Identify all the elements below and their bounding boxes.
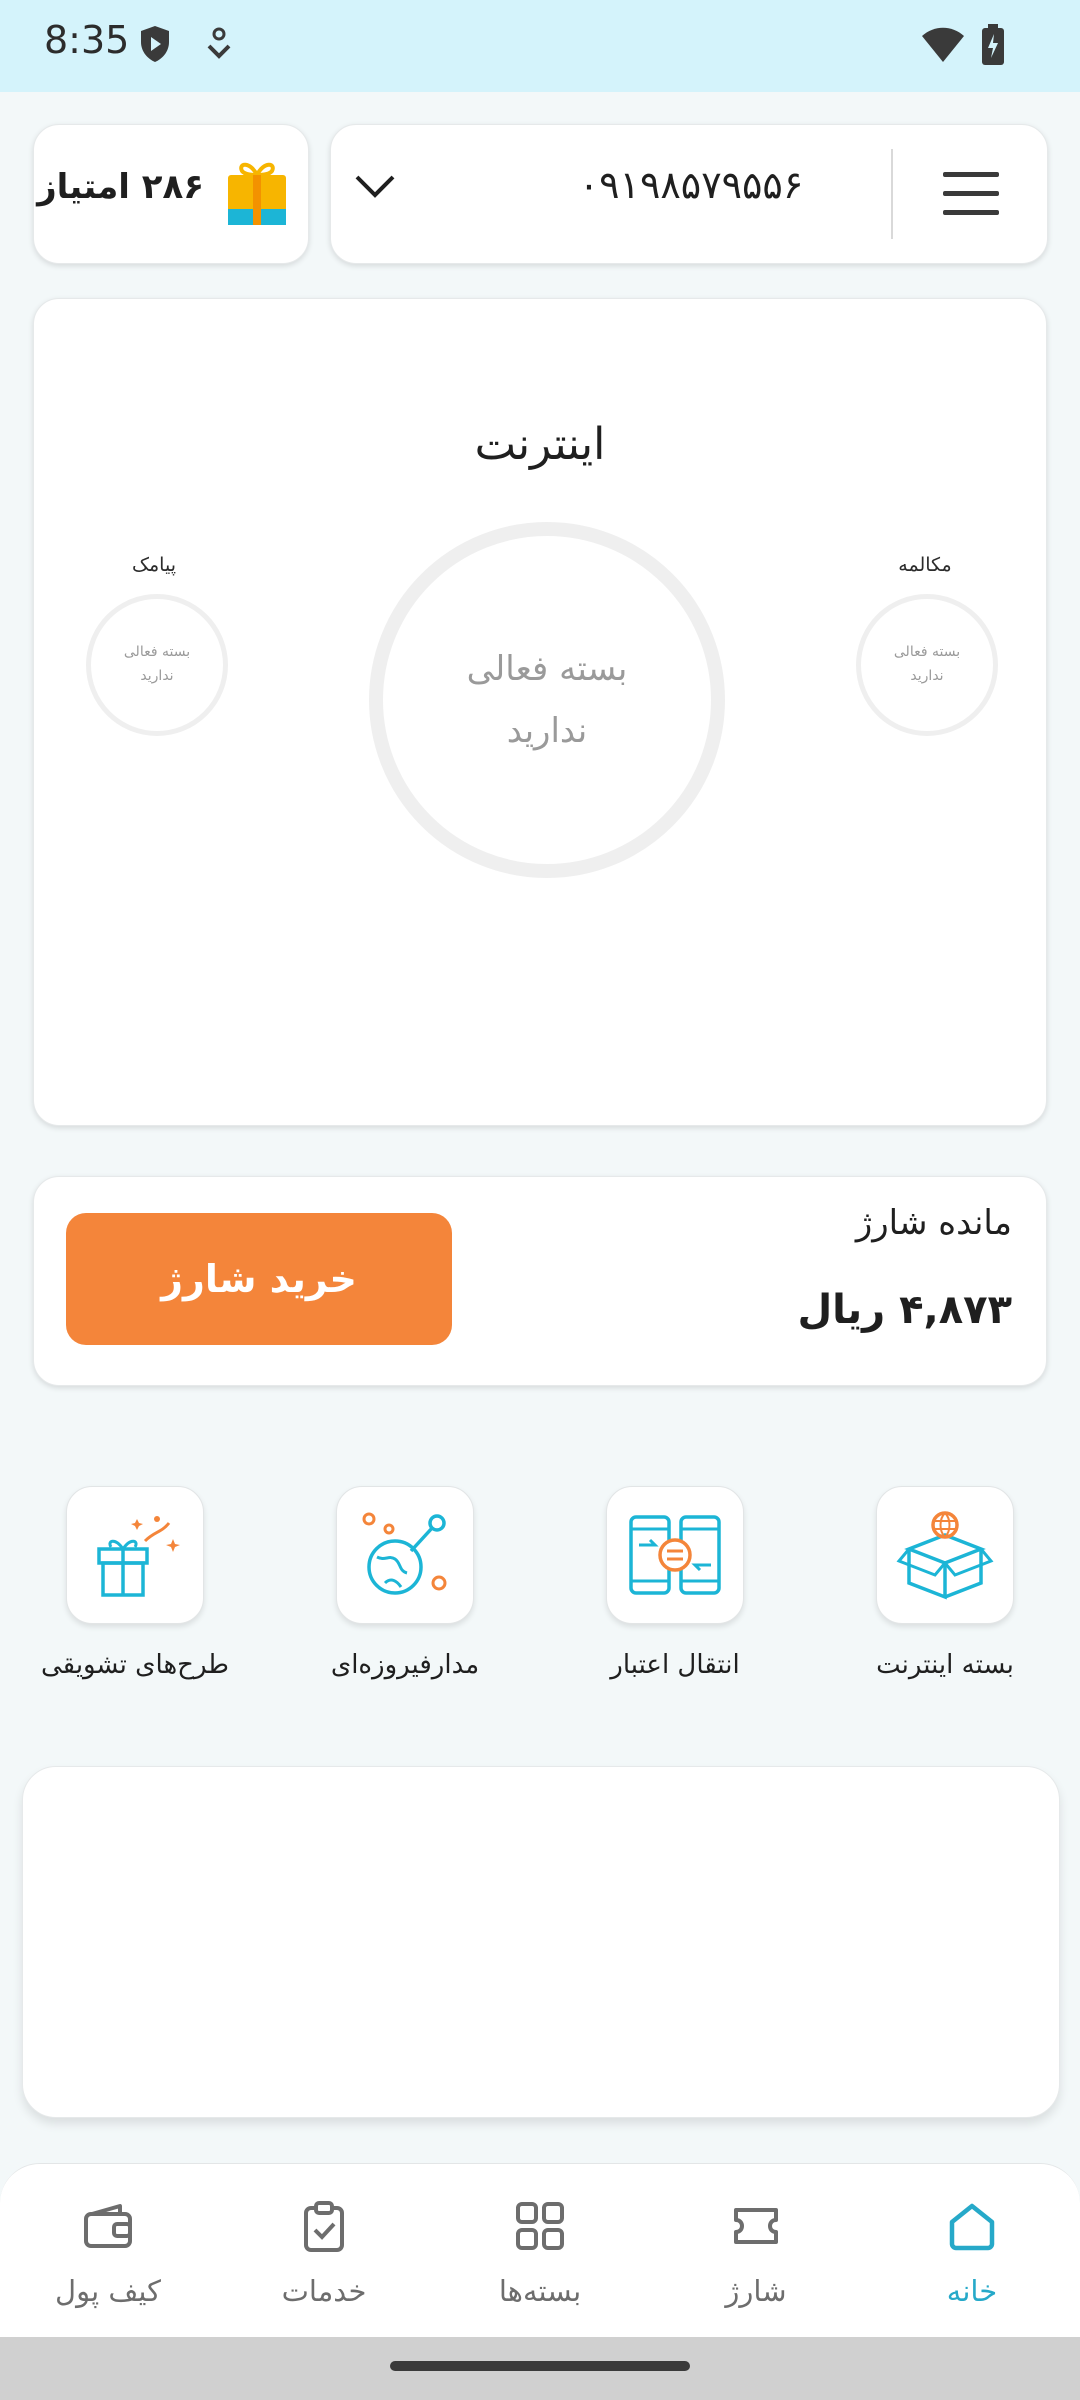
banner-card[interactable] bbox=[22, 1766, 1060, 2118]
bottom-navigation: خانه شارژ بسته‌ها خدمات کیف پول bbox=[0, 2163, 1080, 2338]
gift-box-icon[interactable] bbox=[66, 1486, 204, 1624]
call-label: مکالمه bbox=[898, 554, 952, 576]
nav-label-charge: شارژ bbox=[725, 2274, 787, 2308]
phone-number: ۰۹۱۹۸۵۷۹۵۵۶ bbox=[578, 163, 804, 207]
internet-status-line2: ندارید bbox=[506, 711, 588, 751]
credit-transfer-icon[interactable] bbox=[606, 1486, 744, 1624]
home-icon bbox=[949, 2203, 995, 2251]
internet-ring[interactable]: بسته فعالی ندارید bbox=[369, 522, 725, 878]
balance-card: مانده شارژ ۴,۸۷۳ ریال خرید شارژ bbox=[33, 1176, 1047, 1386]
battery-icon bbox=[980, 24, 1006, 70]
menu-icon[interactable] bbox=[941, 169, 1001, 223]
quick-action-label: مدارفیروزه‌ای bbox=[330, 1650, 480, 1680]
sms-status-line2: ندارید bbox=[140, 668, 174, 684]
quick-action-label: طرح‌های تشویقی bbox=[41, 1650, 229, 1680]
nav-item-wallet[interactable]: کیف پول bbox=[0, 2164, 216, 2338]
balance-value: ۴,۸۷۳ ریال bbox=[797, 1287, 1012, 1333]
balance-title: مانده شارژ bbox=[855, 1203, 1012, 1243]
internet-status-line1: بسته فعالی bbox=[466, 649, 628, 689]
status-time: 8:35 bbox=[44, 18, 130, 62]
turquoise-orbit-icon[interactable] bbox=[336, 1486, 474, 1624]
gift-icon bbox=[226, 159, 288, 233]
nav-item-services[interactable]: خدمات bbox=[216, 2164, 432, 2338]
usage-title: اینترنت bbox=[474, 419, 606, 470]
nav-label-wallet: کیف پول bbox=[55, 2274, 161, 2308]
nav-label-services: خدمات bbox=[281, 2274, 367, 2308]
nav-item-packages[interactable]: بسته‌ها bbox=[432, 2164, 648, 2338]
quick-action-label: بسته اینترنت bbox=[876, 1650, 1014, 1680]
nav-item-charge[interactable]: شارژ bbox=[648, 2164, 864, 2338]
clipboard-check-icon bbox=[304, 2201, 344, 2252]
ticket-icon bbox=[734, 2208, 778, 2244]
sms-ring[interactable]: بسته فعالی ندارید bbox=[86, 594, 228, 736]
nav-item-home[interactable]: خانه bbox=[864, 2164, 1080, 2338]
grid-icon bbox=[516, 2202, 564, 2250]
nav-label-home: خانه bbox=[946, 2274, 998, 2308]
nav-label-packages: بسته‌ها bbox=[498, 2274, 582, 2308]
divider bbox=[891, 149, 893, 239]
phone-selector-card[interactable]: ۰۹۱۹۸۵۷۹۵۵۶ bbox=[330, 124, 1048, 264]
gesture-navigation-area bbox=[0, 2337, 1080, 2400]
sms-label: پیامک bbox=[132, 554, 176, 576]
quick-action-label: انتقال اعتبار bbox=[610, 1650, 740, 1680]
download-icon bbox=[204, 24, 234, 68]
call-status-line2: ندارید bbox=[910, 668, 944, 684]
shield-icon bbox=[138, 24, 172, 68]
status-bar: 8:35 bbox=[0, 0, 1080, 92]
wallet-icon bbox=[84, 2204, 132, 2248]
internet-package-box-icon[interactable] bbox=[876, 1486, 1014, 1624]
points-label: ۲۸۶ امتیاز bbox=[37, 167, 204, 207]
call-status-line1: بسته فعالی bbox=[893, 644, 961, 660]
points-card[interactable]: ۲۸۶ امتیاز bbox=[33, 124, 309, 264]
chevron-down-icon[interactable] bbox=[353, 171, 397, 205]
buy-charge-button[interactable]: خرید شارژ bbox=[66, 1213, 452, 1345]
sms-status-line1: بسته فعالی bbox=[123, 644, 191, 660]
gesture-bar[interactable] bbox=[390, 2361, 690, 2371]
usage-card: اینترنت پیامک بسته فعالی ندارید بسته فعا… bbox=[33, 298, 1047, 1126]
call-ring[interactable]: بسته فعالی ندارید bbox=[856, 594, 998, 736]
wifi-icon bbox=[920, 26, 966, 68]
